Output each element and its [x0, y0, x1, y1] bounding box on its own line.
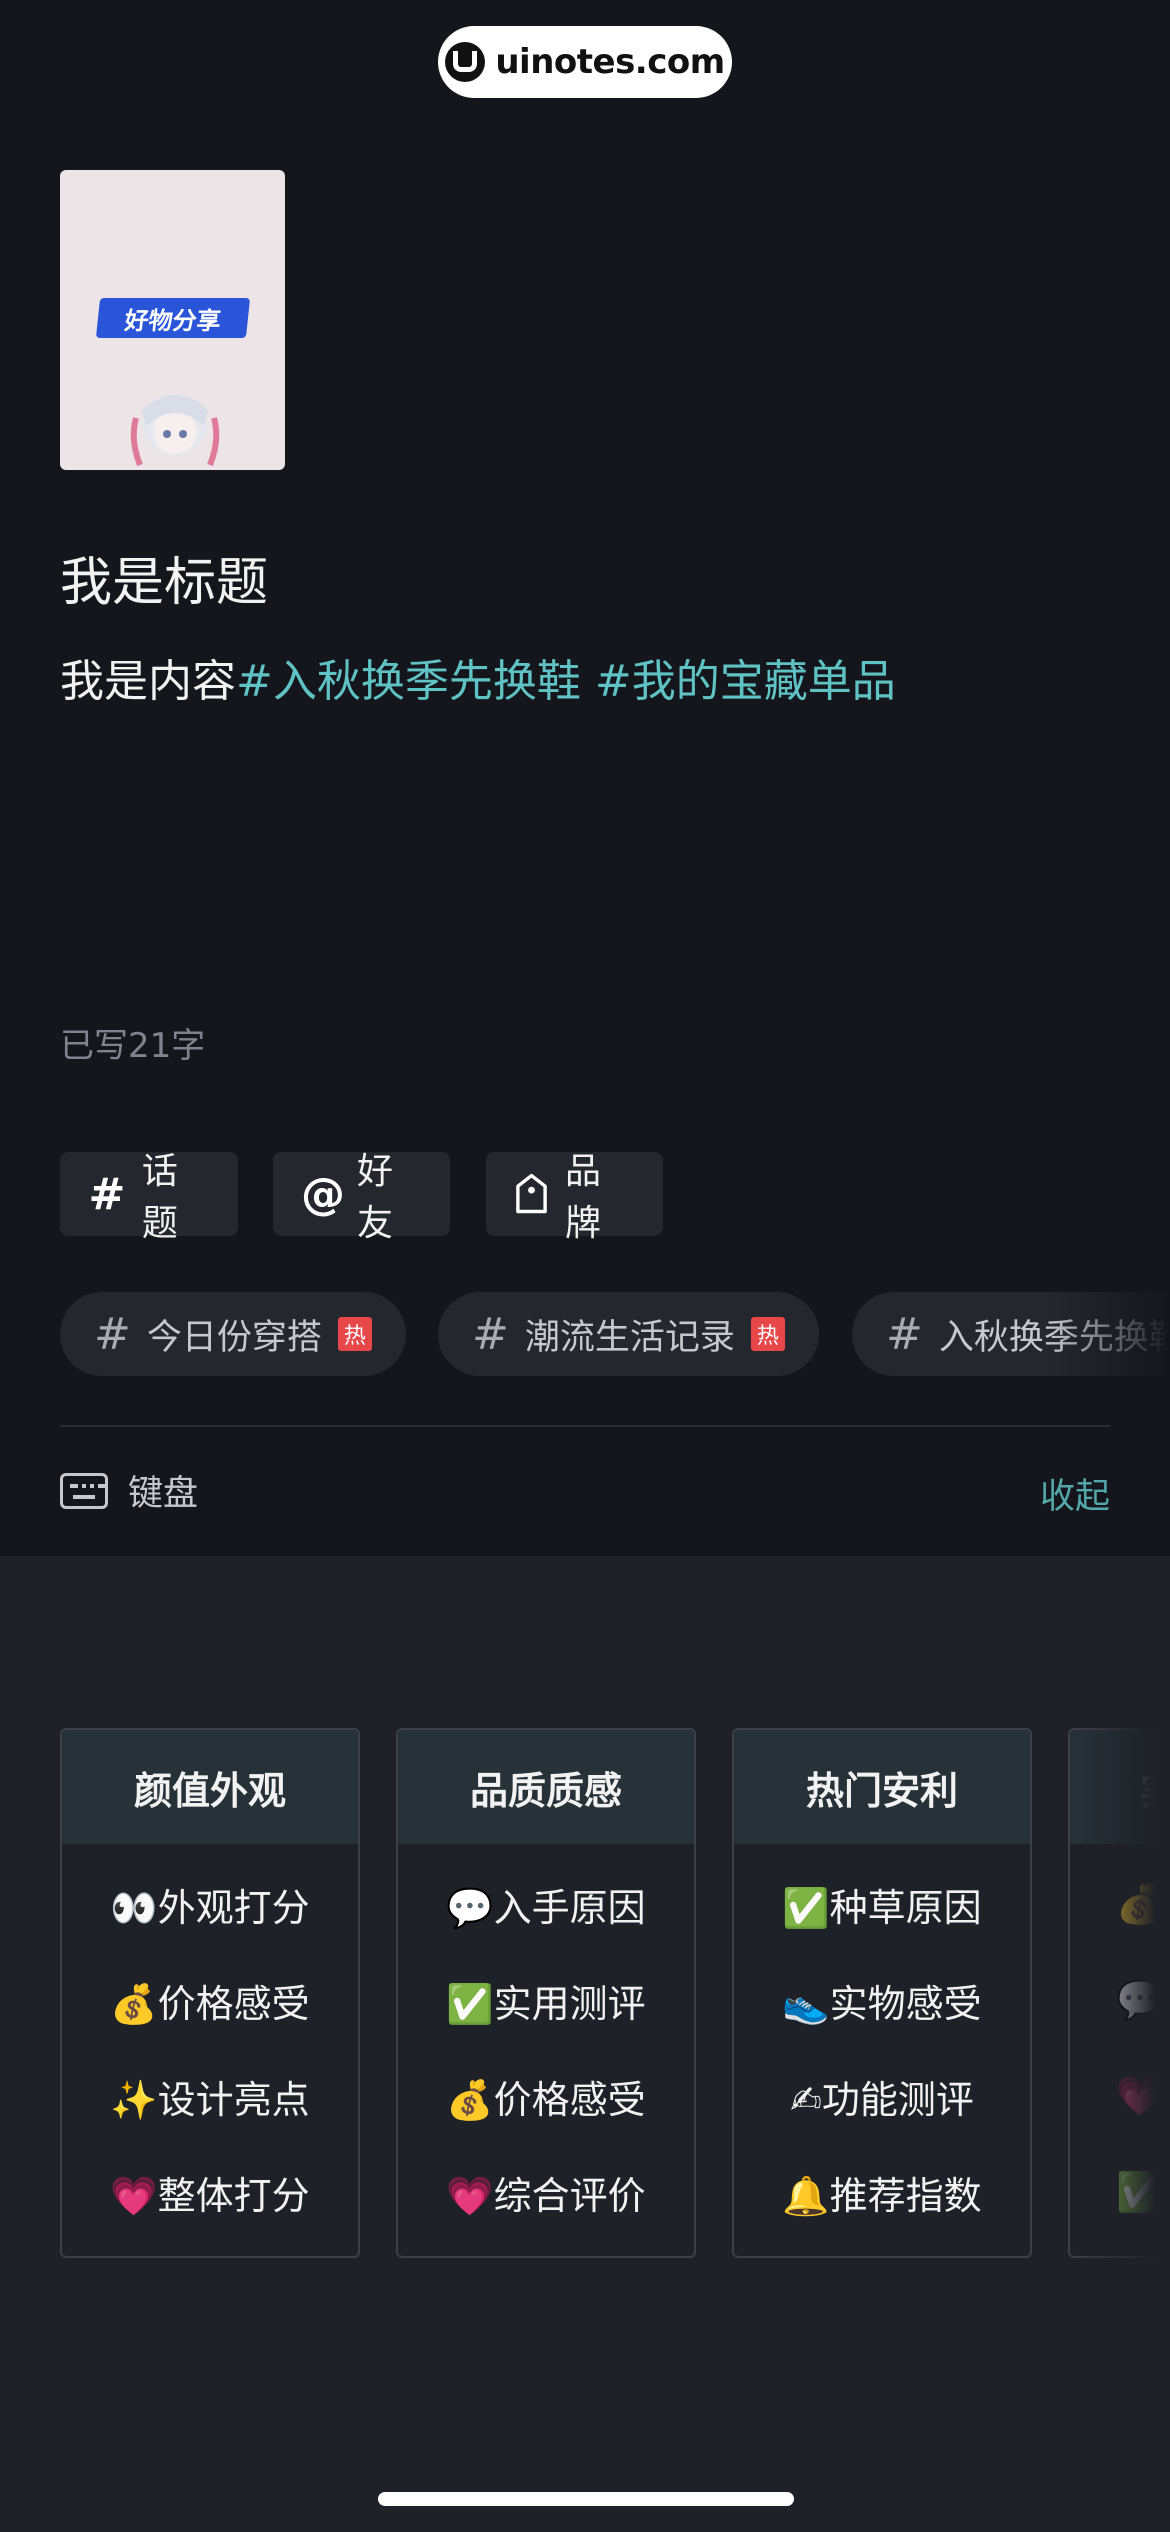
hot-badge: 热 [337, 1317, 372, 1351]
tag-icon [516, 1173, 547, 1214]
friend-button-label: 好友 [357, 1151, 394, 1244]
template-item: 💗整体打分 [110, 2173, 310, 2218]
cover-banner: 好物分享 [95, 298, 251, 338]
template-item: 💬入手原因 [446, 1885, 646, 1930]
watermark: uinotes.com [438, 26, 732, 98]
keyboard-icon [60, 1472, 108, 1509]
brand-button[interactable]: 品牌 [486, 1151, 663, 1244]
scroll-fade [1050, 1280, 1170, 1390]
template-item: 👟实物感受 [782, 1981, 982, 2026]
template-item: ✅种草原因 [782, 1885, 982, 1930]
editor-area: uinotes.com 好物分享 我是标题 我是内容#入秋换季先换鞋 #我的宝藏… [0, 0, 1170, 1556]
template-card[interactable]: 热门安利 ✅种草原因 👟实物感受 ✍功能测评 🔔推荐指数 [732, 1728, 1032, 2258]
suggested-topic-label: 潮流生活记录 [524, 1317, 735, 1358]
cover-banner-text: 好物分享 [123, 306, 223, 335]
hash-icon: # [88, 1168, 126, 1220]
hot-badge: 热 [750, 1317, 785, 1351]
scroll-fade [1070, 1716, 1170, 2276]
template-card[interactable]: 品质质感 💬入手原因 ✅实用测评 💰价格感受 💗综合评价 [396, 1728, 696, 2258]
template-item: 💰价格感受 [110, 1981, 310, 2026]
template-item: 💗综合评价 [446, 2173, 646, 2218]
template-item: ✍功能测评 [790, 2077, 974, 2122]
template-item: 👀外观打分 [110, 1885, 310, 1930]
template-card-title: 品质质感 [398, 1730, 694, 1844]
at-icon: @ [301, 1168, 345, 1220]
hashtag-link[interactable]: #我的宝藏单品 [595, 656, 896, 707]
topic-button[interactable]: # 话题 [60, 1151, 238, 1244]
template-item: 🔔推荐指数 [782, 2173, 982, 2218]
uinotes-logo-icon [445, 42, 486, 82]
template-card[interactable]: 颜值外观 👀外观打分 💰价格感受 ✨设计亮点 💗整体打分 [60, 1728, 360, 2258]
watermark-text: uinotes.com [495, 42, 725, 82]
template-card-title: 颜值外观 [62, 1730, 358, 1844]
keyboard-toggle[interactable]: 键盘 [60, 1465, 198, 1516]
template-card-title: 热门安利 [734, 1730, 1030, 1844]
post-title[interactable]: 我是标题 [60, 540, 268, 615]
hashtag-link[interactable]: #入秋换季先换鞋 [236, 656, 581, 707]
template-panel: 颜值外观 👀外观打分 💰价格感受 ✨设计亮点 💗整体打分 品质质感 💬入手原因 … [0, 1556, 1170, 2532]
divider [60, 1425, 1110, 1427]
friend-button[interactable]: @ 好友 [273, 1151, 450, 1244]
brand-button-label: 品牌 [565, 1151, 602, 1244]
hash-icon: # [472, 1308, 509, 1360]
post-content[interactable]: 我是内容#入秋换季先换鞋 #我的宝藏单品 [60, 645, 896, 709]
char-count: 已写21字 [60, 1026, 206, 1066]
collapse-button[interactable]: 收起 [1040, 1468, 1110, 1519]
home-indicator[interactable] [378, 2492, 794, 2506]
cover-thumbnail[interactable]: 好物分享 [60, 170, 285, 470]
template-item: ✨设计亮点 [110, 2077, 310, 2122]
template-item: ✅实用测评 [446, 1981, 646, 2026]
post-content-text: 我是内容 [60, 656, 236, 707]
topic-button-label: 话题 [141, 1151, 178, 1244]
anime-girl-illustration [130, 395, 220, 467]
suggested-topic-chip[interactable]: # 今日份穿搭 热 [60, 1292, 406, 1376]
hash-icon: # [94, 1308, 131, 1360]
suggested-topic-label: 今日份穿搭 [146, 1317, 322, 1358]
hash-icon: # [886, 1308, 923, 1360]
template-item: 💰价格感受 [446, 2077, 646, 2122]
suggested-topic-chip[interactable]: # 潮流生活记录 热 [438, 1292, 819, 1376]
keyboard-label: 键盘 [128, 1474, 199, 1514]
